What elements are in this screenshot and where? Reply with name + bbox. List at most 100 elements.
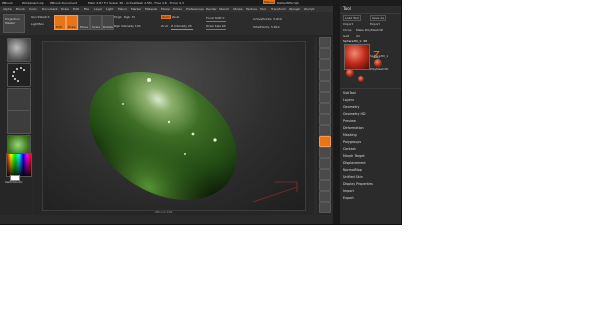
solo-icon[interactable] xyxy=(319,202,331,213)
menu-marker[interactable]: Marker xyxy=(131,7,141,11)
zsub-toggle[interactable]: Zsub xyxy=(172,15,179,19)
zcut-toggle[interactable]: Zcut xyxy=(161,24,168,28)
menu-draw[interactable]: Draw xyxy=(61,7,69,11)
floor-icon[interactable] xyxy=(319,114,331,125)
menu-movie[interactable]: Movie xyxy=(161,7,170,11)
make-polymesh-button[interactable]: Make PolyMesh3D xyxy=(356,28,383,32)
bpr-icon[interactable] xyxy=(319,37,331,48)
transp-icon[interactable] xyxy=(319,191,331,202)
lightbox-label[interactable]: LightBox xyxy=(31,22,44,26)
focal-shift-slider[interactable]: Focal Shift 0 xyxy=(206,16,224,20)
default-zscript-button[interactable]: DefaultZScript xyxy=(277,1,299,5)
tool-panel-header[interactable]: Tool xyxy=(343,7,351,11)
mrgb-toggle[interactable]: Mrgb xyxy=(114,15,122,19)
section-unified-skin[interactable]: Unified Skin xyxy=(343,174,399,180)
cylinder-thumbnail[interactable] xyxy=(374,59,382,67)
section-morph-target[interactable]: Morph Target xyxy=(343,153,399,159)
menu-document[interactable]: Document xyxy=(42,7,58,11)
menu-stroke[interactable]: Stroke xyxy=(233,7,243,11)
menu-zplugin[interactable]: Zplugin xyxy=(289,7,300,11)
section-layers[interactable]: Layers xyxy=(343,97,399,103)
draw-size-slider[interactable]: Draw Size 64 xyxy=(206,24,226,28)
export-button[interactable]: Export xyxy=(370,22,380,26)
menu-render[interactable]: Render xyxy=(206,7,217,11)
menu-layer[interactable]: Layer xyxy=(94,7,102,11)
section-subtool[interactable]: SubTool xyxy=(343,90,399,96)
local-icon[interactable] xyxy=(319,125,331,136)
menu-file[interactable]: File xyxy=(84,7,89,11)
menu-texture[interactable]: Texture xyxy=(246,7,257,11)
menu-picker[interactable]: Picker xyxy=(173,7,182,11)
clone-button[interactable]: Clone xyxy=(343,28,352,32)
rgb-toggle[interactable]: Rgb xyxy=(124,15,130,19)
menu-edit[interactable]: Edit xyxy=(73,7,79,11)
active-tool-thumbnail[interactable] xyxy=(344,44,370,70)
section-geometry-hd[interactable]: Geometry HD xyxy=(343,111,399,117)
stroke-thumbnail[interactable] xyxy=(7,63,31,87)
menu-transform[interactable]: Transform xyxy=(271,7,286,11)
section-displacement[interactable]: Displacement xyxy=(343,160,399,166)
rotate-button[interactable]: Rotate xyxy=(102,15,114,30)
section-import[interactable]: Import xyxy=(343,188,399,194)
import-button[interactable]: Import xyxy=(343,22,353,26)
menu-stencil[interactable]: Stencil xyxy=(219,7,229,11)
scale-button[interactable]: Scale xyxy=(90,15,102,30)
section-display-properties[interactable]: Display Properties xyxy=(343,181,399,187)
section-masking[interactable]: Masking xyxy=(343,132,399,138)
section-export[interactable]: Export xyxy=(343,195,399,201)
zbrush-logo-icon[interactable]: Z xyxy=(372,44,382,61)
menu-brush[interactable]: Brush xyxy=(16,7,25,11)
all-button[interactable]: All xyxy=(356,34,360,38)
rotate-icon[interactable] xyxy=(319,169,331,180)
menu-color[interactable]: Color xyxy=(29,7,37,11)
zoom-icon[interactable] xyxy=(319,70,331,81)
menus-button[interactable]: Menus xyxy=(263,0,275,4)
edit-button[interactable]: Edit xyxy=(54,15,66,30)
color-picker[interactable] xyxy=(6,153,32,177)
frame-icon[interactable] xyxy=(319,136,331,147)
panel-divider[interactable] xyxy=(333,0,340,224)
sphere-mesh[interactable] xyxy=(43,42,305,210)
load-tool-button[interactable]: Load Tool xyxy=(343,15,361,21)
menu-preferences[interactable]: Preferences xyxy=(186,7,204,11)
save-as-button[interactable]: Save As xyxy=(370,15,386,21)
move-icon[interactable] xyxy=(319,147,331,158)
scroll-icon[interactable] xyxy=(319,59,331,70)
polyf-icon[interactable] xyxy=(319,180,331,191)
menu-material[interactable]: Material xyxy=(145,7,157,11)
switch-color-button[interactable]: SwitchColor xyxy=(5,180,23,184)
spix-icon[interactable] xyxy=(319,48,331,59)
section-geometry[interactable]: Geometry xyxy=(343,104,399,110)
scale-icon[interactable] xyxy=(319,158,331,169)
section-deformation[interactable]: Deformation xyxy=(343,125,399,131)
section-normalmap[interactable]: NormalMap xyxy=(343,167,399,173)
menu-alpha[interactable]: Alpha xyxy=(3,7,12,11)
section-polygroups[interactable]: Polygroups xyxy=(343,139,399,145)
rgb-intensity-slider[interactable]: Rgb Intensity 100 xyxy=(114,24,141,28)
quicksketch-label[interactable]: QuickSketch xyxy=(31,15,50,19)
actual-icon[interactable] xyxy=(319,81,331,92)
menu-tool[interactable]: Tool xyxy=(260,7,266,11)
sphere-thumbnail-small[interactable] xyxy=(358,76,364,82)
brush-thumbnail[interactable] xyxy=(7,38,31,62)
texture-thumbnail[interactable] xyxy=(7,110,31,134)
zadd-toggle[interactable]: Zadd xyxy=(161,15,171,19)
z-intensity-slider[interactable]: Z Intensity 25 xyxy=(171,24,192,28)
menu-light[interactable]: Light xyxy=(106,7,114,11)
simplebrush-thumbnail[interactable] xyxy=(346,69,354,77)
alpha-thumbnail[interactable] xyxy=(7,88,31,112)
section-preview[interactable]: Preview xyxy=(343,118,399,124)
goz-button[interactable]: GoZ xyxy=(343,34,349,38)
m-toggle[interactable]: M xyxy=(132,15,135,19)
menu-macro[interactable]: Macro xyxy=(118,7,127,11)
focal-shift-bar xyxy=(206,21,226,22)
move-button[interactable]: Move xyxy=(78,15,90,30)
section-contact[interactable]: Contact xyxy=(343,146,399,152)
aahalf-icon[interactable] xyxy=(319,92,331,103)
canvas-area[interactable]: ZBrush 4R2 xyxy=(34,35,314,215)
menu-zscript[interactable]: Zscript xyxy=(304,7,314,11)
document-viewport[interactable] xyxy=(42,41,306,211)
projection-master-button[interactable]: Projection Master xyxy=(3,14,25,33)
persp-icon[interactable] xyxy=(319,103,331,114)
draw-button[interactable]: Draw xyxy=(66,15,78,30)
